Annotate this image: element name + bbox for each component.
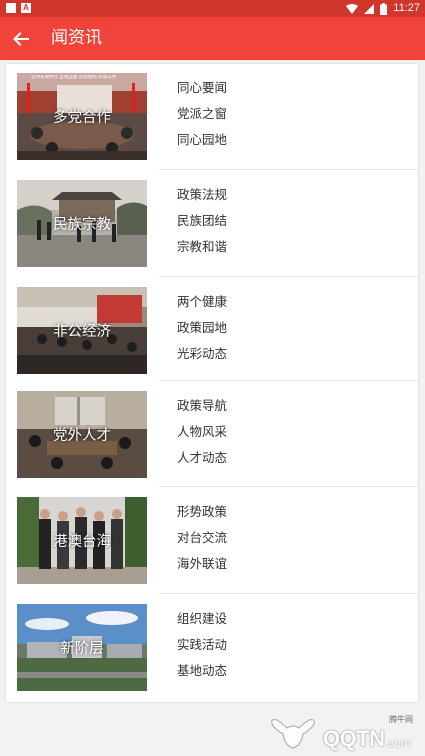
watermark-domain: .com: [385, 736, 412, 750]
row-divider: [159, 169, 418, 170]
row-divider: [159, 380, 418, 381]
category-links: 政策导航 人物风采 人才动态: [177, 393, 227, 471]
status-time: 11:27: [393, 2, 420, 14]
category-label: 党外人才: [53, 428, 111, 444]
category-links: 政策法规 民族团结 宗教和谐: [177, 182, 227, 260]
category-label: 港澳台海: [53, 534, 111, 550]
status-bar: A 11:27: [0, 0, 425, 17]
category-thumbnail[interactable]: 党外人才: [17, 391, 147, 478]
link-item[interactable]: 党派之窗: [177, 101, 227, 127]
category-links: 同心要闻 党派之窗 同心园地: [177, 75, 227, 153]
link-item[interactable]: 基地动态: [177, 658, 227, 684]
link-item[interactable]: 对台交流: [177, 525, 227, 551]
category-links: 形势政策 对台交流 海外联谊: [177, 499, 227, 577]
category-row: 新阶层 组织建设 实践活动 基地动态: [6, 595, 418, 702]
link-item[interactable]: 组织建设: [177, 606, 227, 632]
link-item[interactable]: 人才动态: [177, 445, 227, 471]
app-bar: 闻资讯: [0, 17, 425, 60]
link-item[interactable]: 政策园地: [177, 315, 227, 341]
link-item[interactable]: 政策导航: [177, 393, 227, 419]
category-thumbnail[interactable]: 新阶层: [17, 604, 147, 691]
link-item[interactable]: 人物风采: [177, 419, 227, 445]
back-button[interactable]: [8, 26, 34, 52]
page-title: 闻资讯: [51, 28, 102, 48]
watermark-name: 腾牛网: [389, 715, 413, 724]
category-label: 非公经济: [53, 324, 111, 340]
category-label: 民族宗教: [53, 217, 111, 233]
link-item[interactable]: 宗教和谐: [177, 234, 227, 260]
link-item[interactable]: 形势政策: [177, 499, 227, 525]
category-label: 多党合作: [53, 110, 111, 126]
link-item[interactable]: 实践活动: [177, 632, 227, 658]
link-item[interactable]: 政策法规: [177, 182, 227, 208]
link-item[interactable]: 光彩动态: [177, 341, 227, 367]
category-card: 坚持长期共存 互相监督 肝胆相照 荣辱与共 多党合作 同心要闻 党派之窗 同心园…: [6, 64, 418, 702]
link-item[interactable]: 海外联谊: [177, 551, 227, 577]
link-item[interactable]: 民族团结: [177, 208, 227, 234]
category-thumbnail[interactable]: 港澳台海: [17, 497, 147, 584]
link-item[interactable]: 同心要闻: [177, 75, 227, 101]
row-divider: [159, 593, 418, 594]
notification-icon: [6, 3, 16, 13]
bull-logo-icon: [271, 719, 315, 749]
category-row: 坚持长期共存 互相监督 肝胆相照 荣辱与共 多党合作 同心要闻 党派之窗 同心园…: [6, 64, 418, 171]
category-row: 党外人才 政策导航 人物风采 人才动态: [6, 382, 418, 489]
row-divider: [159, 276, 418, 277]
row-divider: [159, 486, 418, 487]
category-thumbnail[interactable]: 非公经济: [17, 287, 147, 374]
watermark: QQTN .com 腾牛网: [259, 714, 419, 754]
category-row: 民族宗教 政策法规 民族团结 宗教和谐: [6, 171, 418, 278]
category-thumbnail[interactable]: 坚持长期共存 互相监督 肝胆相照 荣辱与共 多党合作: [17, 73, 147, 160]
category-row: 港澳台海 形势政策 对台交流 海外联谊: [6, 488, 418, 595]
category-links: 两个健康 政策园地 光彩动态: [177, 289, 227, 367]
category-row: 非公经济 两个健康 政策园地 光彩动态: [6, 278, 418, 385]
battery-icon: [380, 2, 388, 15]
app-notification-icon: A: [21, 3, 31, 13]
link-item[interactable]: 两个健康: [177, 289, 227, 315]
wifi-icon: [346, 3, 359, 14]
category-label: 新阶层: [60, 641, 104, 657]
link-item[interactable]: 同心园地: [177, 127, 227, 153]
signal-icon: [364, 3, 375, 14]
category-links: 组织建设 实践活动 基地动态: [177, 606, 227, 684]
watermark-brand: QQTN: [323, 726, 385, 751]
category-thumbnail[interactable]: 民族宗教: [17, 180, 147, 267]
arrow-left-icon: [13, 32, 29, 46]
